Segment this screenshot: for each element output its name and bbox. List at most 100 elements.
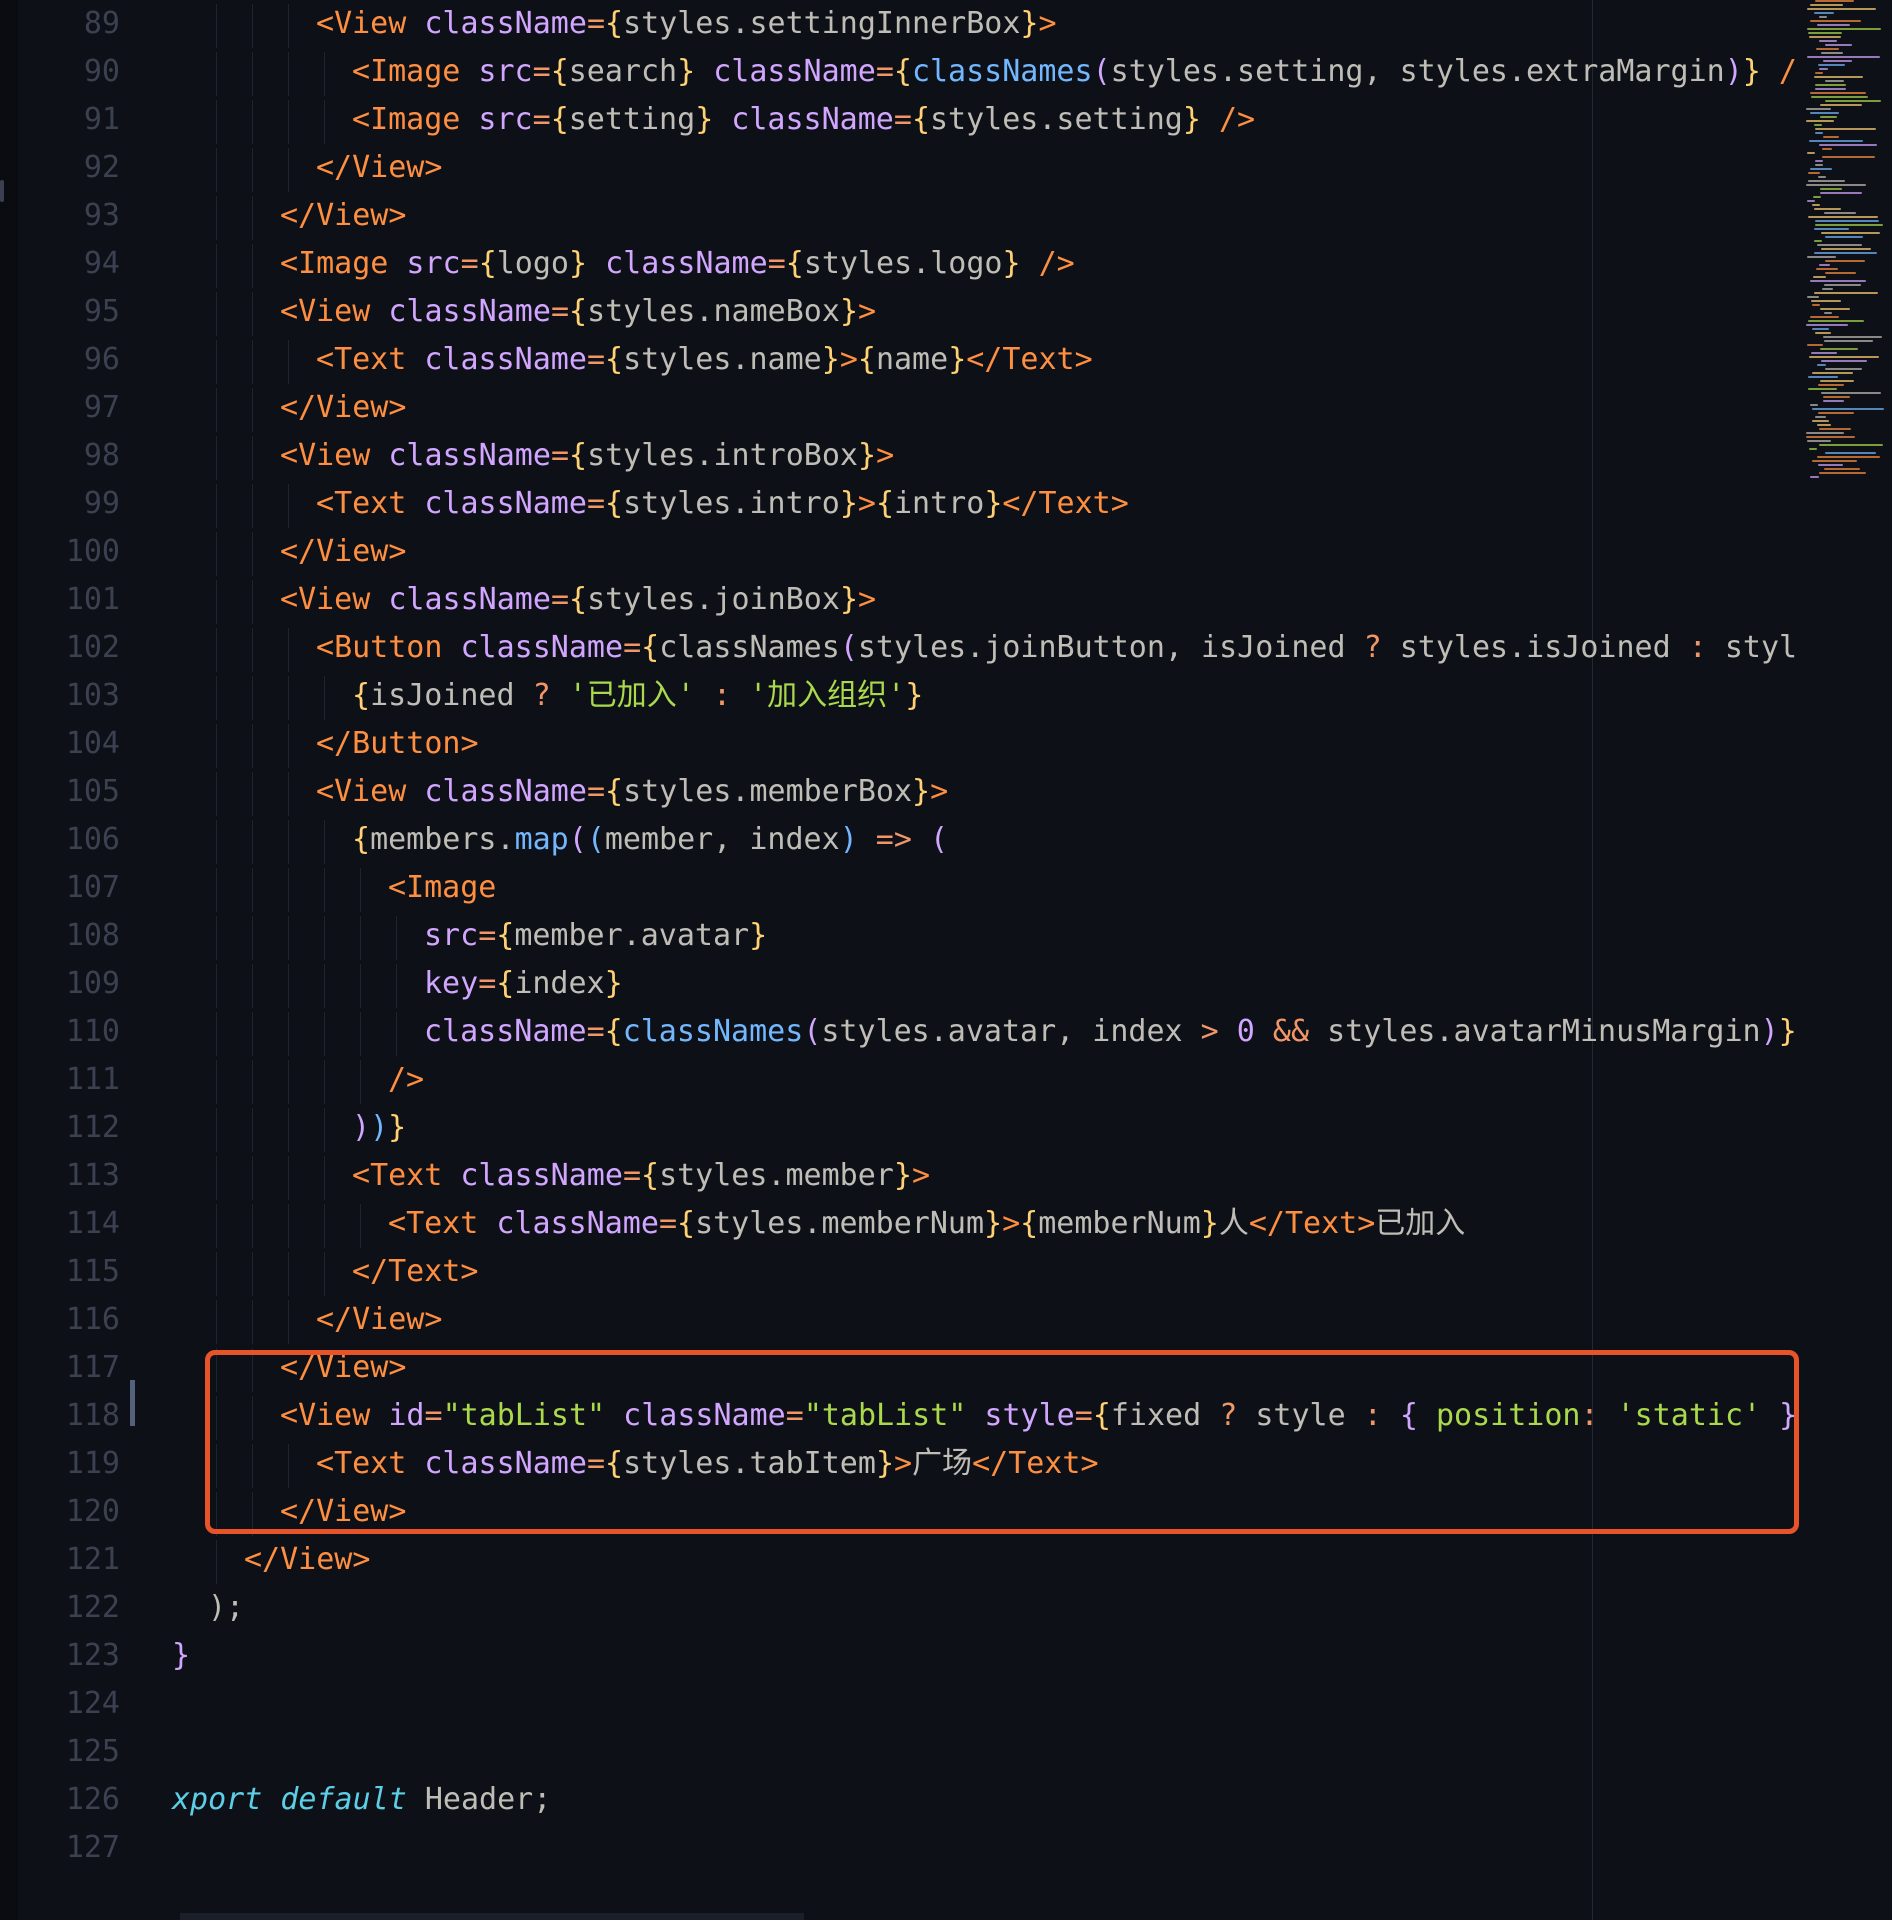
code-line[interactable]: 108 src={member.avatar} [0, 912, 1892, 960]
code-editor[interactable]: 89 <View className={styles.settingInnerBo… [0, 0, 1892, 1920]
code-token: Text [388, 1254, 461, 1289]
code-line[interactable]: 127 [0, 1824, 1892, 1872]
code-token: { [857, 342, 876, 377]
code-line[interactable]: 95 <View className={styles.nameBox}> [0, 288, 1892, 336]
code-token: > [839, 342, 858, 377]
minimap-line [1821, 248, 1871, 250]
line-content: <Text className={styles.memberNum}>{memb… [388, 1200, 1465, 1248]
code-token: { [550, 102, 569, 137]
minimap-line [1810, 20, 1861, 22]
code-line[interactable]: 111 /> [0, 1056, 1892, 1104]
code-token: : [1688, 630, 1707, 665]
code-line[interactable]: 97 </View> [0, 384, 1892, 432]
code-token: Image [406, 870, 497, 905]
code-token: </ [1002, 486, 1039, 521]
code-token: > [1074, 342, 1093, 377]
code-token: className [406, 774, 587, 809]
code-token: /> [1200, 102, 1256, 137]
code-token: setting [568, 102, 696, 137]
code-token: src [388, 246, 461, 281]
code-token: < [316, 6, 335, 41]
minimap-line [1825, 260, 1865, 262]
code-line[interactable]: 123} [0, 1632, 1892, 1680]
minimap-line [1815, 220, 1879, 222]
code-token: } [1778, 1014, 1797, 1049]
minimap-line [1814, 12, 1834, 14]
code-line[interactable]: 99 <Text className={styles.intro}>{intro}… [0, 480, 1892, 528]
code-line[interactable]: 89 <View className={styles.settingInnerBo… [0, 0, 1892, 48]
code-line[interactable]: 121 </View> [0, 1536, 1892, 1584]
code-token: } [569, 246, 588, 281]
code-token: styles.memberBox [623, 774, 913, 809]
code-line[interactable]: 91 <Image src={setting} className={styles… [0, 96, 1892, 144]
code-token: className [424, 1014, 587, 1049]
code-line[interactable]: 115 </Text> [0, 1248, 1892, 1296]
code-token: ( [839, 630, 858, 665]
code-line[interactable]: 102 <Button className={classNames(styles.… [0, 624, 1892, 672]
code-line[interactable]: 93 </View> [0, 192, 1892, 240]
code-line[interactable]: 96 <Text className={styles.name}>{name}</… [0, 336, 1892, 384]
line-content: </Button> [316, 720, 479, 768]
line-content: <Text className={styles.name}>{name}</Te… [316, 336, 1093, 384]
code-token: > [1038, 6, 1057, 41]
line-content: xport default Header; [172, 1776, 551, 1824]
minimap-line [1810, 92, 1866, 94]
code-line[interactable]: 110 className={classNames(styles.avatar, … [0, 1008, 1892, 1056]
code-token: </ [316, 1302, 353, 1337]
code-token: } [948, 342, 967, 377]
code-line[interactable]: 116 </View> [0, 1296, 1892, 1344]
code-token: = [586, 486, 605, 521]
code-token: ( [568, 822, 587, 857]
line-number: 125 [65, 1734, 120, 1769]
code-token: ) [1760, 1014, 1779, 1049]
code-token: = [586, 774, 605, 809]
minimap[interactable] [1806, 0, 1892, 500]
minimap-line [1821, 360, 1867, 362]
code-line[interactable]: 114 <Text className={styles.memberNum}>{m… [0, 1200, 1892, 1248]
code-line[interactable]: 101 <View className={styles.joinBox}> [0, 576, 1892, 624]
code-token: </ [966, 342, 1003, 377]
code-line[interactable]: 92 </View> [0, 144, 1892, 192]
code-token: Text [334, 486, 407, 521]
code-line[interactable]: 106 {members.map((member, index) => ( [0, 816, 1892, 864]
code-token: styles.settingInnerBox [623, 6, 1021, 41]
code-line[interactable]: 112))} [0, 1104, 1892, 1152]
line-content: <View className={styles.introBox}> [280, 432, 894, 480]
code-token: Image [370, 102, 461, 137]
code-token: className [442, 630, 624, 665]
code-line[interactable]: 105 <View className={styles.memberBox}> [0, 768, 1892, 816]
code-line[interactable]: 125 [0, 1728, 1892, 1776]
code-token: logo [496, 246, 569, 281]
code-token: styles.nameBox [587, 294, 840, 329]
horizontal-scrollbar[interactable] [180, 1913, 804, 1920]
code-line[interactable]: 90 <Image src={search} className={classNa… [0, 48, 1892, 96]
code-line[interactable]: 124 [0, 1680, 1892, 1728]
code-line[interactable]: 100 </View> [0, 528, 1892, 576]
code-token: => [857, 822, 912, 857]
line-content: ))} [352, 1104, 406, 1152]
code-line[interactable]: 107 <Image [0, 864, 1892, 912]
code-token: { [352, 678, 371, 713]
code-line[interactable]: 122); [0, 1584, 1892, 1632]
code-token: styles.member [659, 1158, 894, 1193]
code-line[interactable]: 103 {isJoined ? '已加入' : '加入组织'} [0, 672, 1892, 720]
code-line[interactable]: 98 <View className={styles.introBox}> [0, 432, 1892, 480]
minimap-line [1806, 324, 1848, 326]
code-lines[interactable]: 89 <View className={styles.settingInnerBo… [0, 0, 1892, 1872]
line-content: <Text className={styles.member}> [352, 1152, 930, 1200]
code-token: } [984, 1206, 1003, 1241]
code-token: ( [1092, 54, 1111, 89]
minimap-line [1818, 464, 1843, 466]
code-token: intro [894, 486, 985, 521]
code-line[interactable]: 126 xport default Header; [0, 1776, 1892, 1824]
code-token: Text [370, 1158, 443, 1193]
line-number: 89 [83, 6, 120, 41]
minimap-line [1814, 228, 1849, 230]
line-number: 91 [83, 102, 120, 137]
code-line[interactable]: 109 key={index} [0, 960, 1892, 1008]
code-token: } [1182, 102, 1201, 137]
code-line[interactable]: 94 <Image src={logo} className={styles.lo… [0, 240, 1892, 288]
code-line[interactable]: 104 </Button> [0, 720, 1892, 768]
code-line[interactable]: 113 <Text className={styles.member}> [0, 1152, 1892, 1200]
code-token: </ [1248, 1206, 1285, 1241]
